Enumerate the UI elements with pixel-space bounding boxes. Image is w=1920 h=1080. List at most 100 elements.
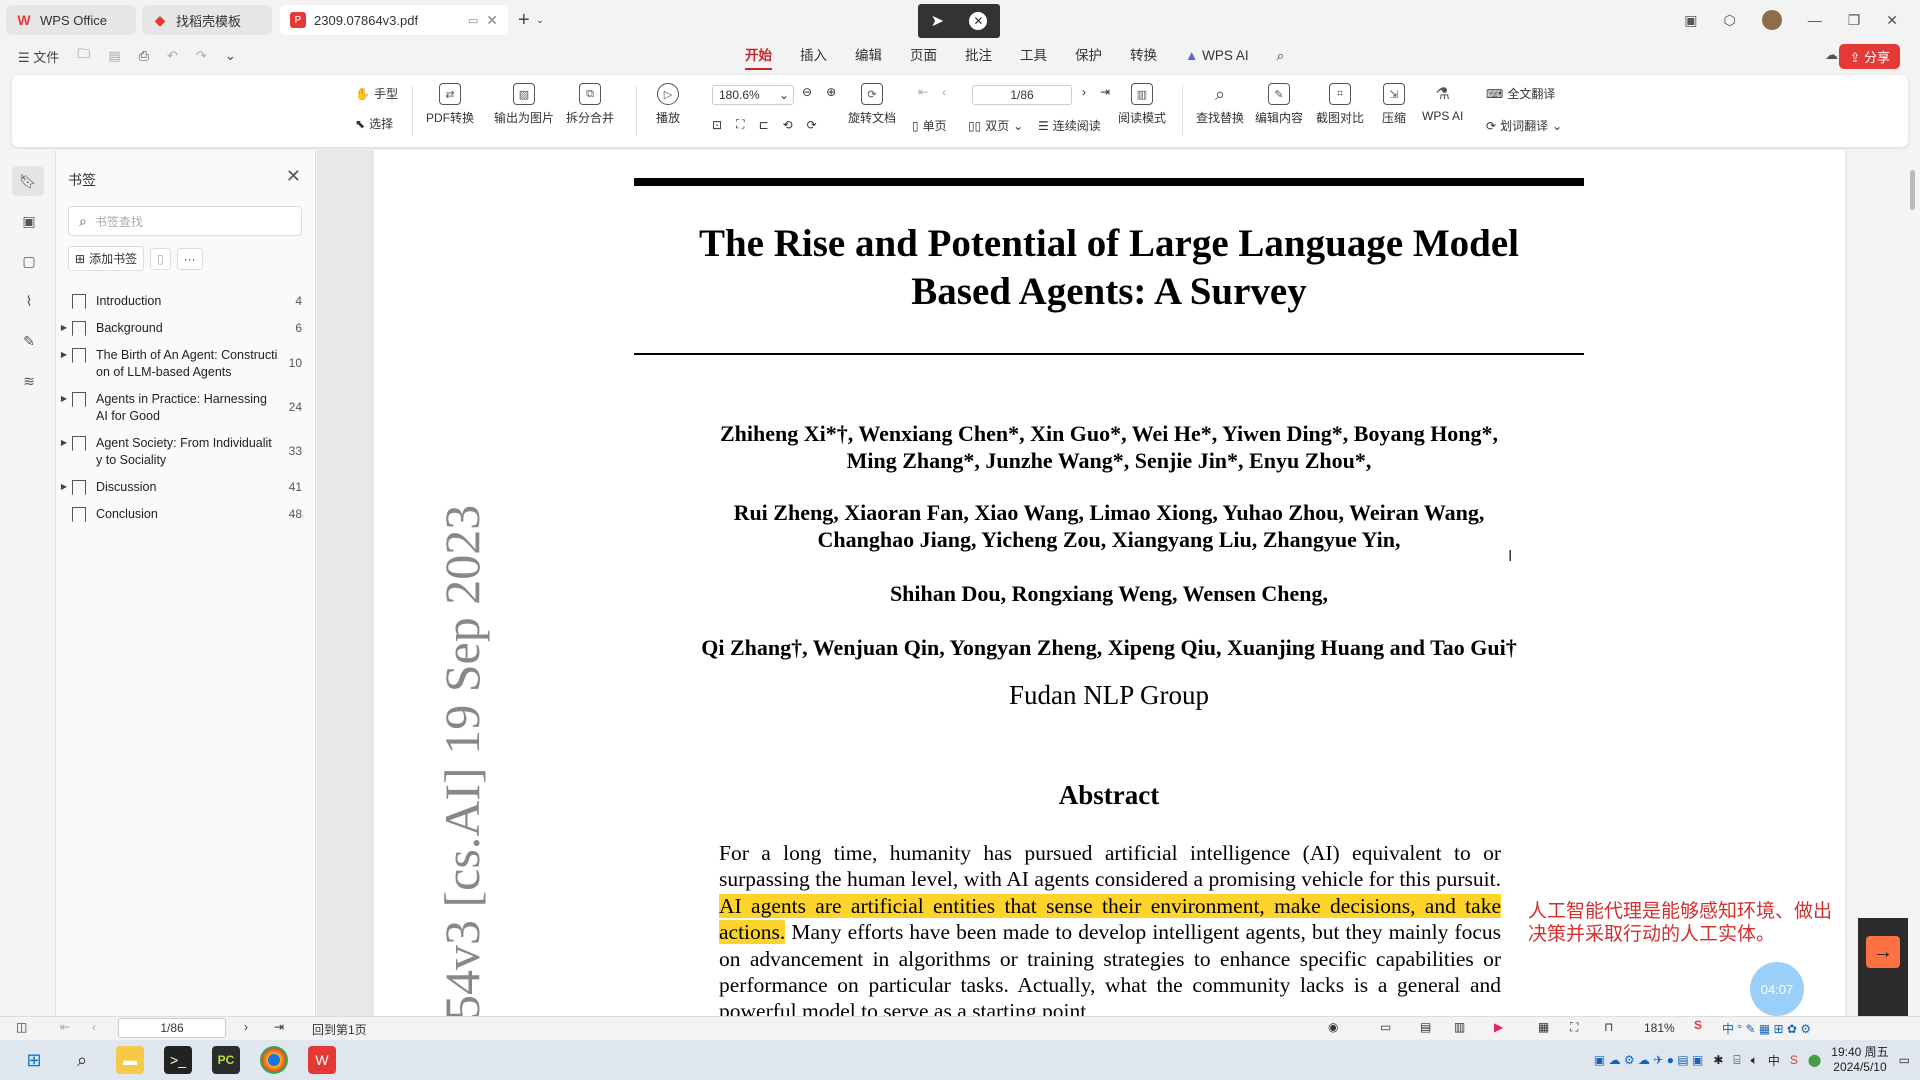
page-view-icon[interactable]: ▤ xyxy=(1420,1020,1431,1034)
wps-taskbar-icon[interactable]: W xyxy=(308,1046,336,1074)
single-view-icon[interactable]: ▭ xyxy=(1380,1020,1391,1034)
monitor-icon[interactable]: ▭ xyxy=(468,14,478,27)
vertical-scrollbar[interactable] xyxy=(1906,150,1920,1016)
avatar[interactable] xyxy=(1761,10,1782,30)
bookmark-item-background[interactable]: ▶ Background 6 xyxy=(56,315,316,342)
bookmark-search-input[interactable]: ⌕ 书签查找 xyxy=(68,206,302,236)
comment-icon[interactable]: ▢ xyxy=(20,252,38,270)
chevron-down-icon[interactable]: ⌄ xyxy=(225,48,236,64)
rotate-document-button[interactable]: ⟳ 旋转文档 xyxy=(848,83,896,126)
tab-template[interactable]: ◆ 找稻壳模板 xyxy=(142,5,272,35)
menu-edit[interactable]: 编辑 xyxy=(855,40,882,72)
notification-icon[interactable]: ▭ xyxy=(1899,1053,1910,1067)
pointer-icon[interactable]: ➤ xyxy=(931,11,944,31)
cube-icon[interactable]: ⬡ xyxy=(1723,12,1735,29)
bookmark-options-button[interactable]: ▯ xyxy=(150,247,171,270)
chevron-down-icon[interactable]: ⌄ xyxy=(536,15,544,26)
message-icon[interactable]: ☁ xyxy=(1825,47,1838,63)
redo-icon[interactable]: ↷ xyxy=(196,48,207,64)
menu-insert[interactable]: 插入 xyxy=(800,40,827,72)
bluetooth-icon[interactable]: ✱ xyxy=(1713,1053,1723,1067)
status-zoom[interactable]: 181% xyxy=(1644,1021,1675,1035)
play-icon[interactable]: ▶ xyxy=(1494,1020,1503,1034)
open-folder-icon[interactable]: 🗀 xyxy=(77,45,90,67)
sidebar-toggle-icon[interactable]: ◫ xyxy=(16,1020,27,1034)
rotate-right-icon[interactable]: ⟳ xyxy=(807,118,817,132)
scroll-thumb[interactable] xyxy=(1910,170,1915,210)
battery-icon[interactable]: ⬤ xyxy=(1808,1053,1821,1067)
first-page-icon[interactable]: ⇤ xyxy=(918,85,928,99)
prev-page-icon[interactable]: ‹ xyxy=(942,85,946,99)
fit-width-icon[interactable]: ⊏ xyxy=(758,118,768,132)
actual-size-icon[interactable]: ⊡ xyxy=(712,118,722,132)
full-translate-button[interactable]: ⌨ 全文翻译 xyxy=(1486,85,1555,102)
layout-icon[interactable]: ▣ xyxy=(1684,12,1697,29)
bookmark-item-birth-of-agent[interactable]: ▶ The Birth of An Agent: Construction of… xyxy=(56,342,316,386)
rotate-left-icon[interactable]: ⟲ xyxy=(783,118,793,132)
menu-protect[interactable]: 保护 xyxy=(1075,40,1102,72)
single-page-button[interactable]: ▯ 单页 xyxy=(912,117,947,134)
next-page-icon[interactable]: › xyxy=(244,1020,248,1034)
thumbnail-icon[interactable]: ▣ xyxy=(20,212,38,230)
document-viewport[interactable]: The Rise and Potential of Large Language… xyxy=(317,150,1847,1016)
export-image-button[interactable]: ▨ 输出为图片 xyxy=(494,83,554,126)
ime-indicator[interactable]: 中 xyxy=(1768,1052,1780,1069)
tab-wps-office[interactable]: W WPS Office xyxy=(6,5,136,35)
zoom-select[interactable]: 180.6% ⌄ xyxy=(712,85,794,105)
restore-icon[interactable]: ❐ xyxy=(1848,12,1861,29)
new-tab-button[interactable]: + xyxy=(518,9,530,32)
next-page-icon[interactable]: › xyxy=(1082,85,1086,99)
minimize-icon[interactable]: — xyxy=(1808,12,1822,28)
expand-icon[interactable]: ▶ xyxy=(56,479,72,491)
page-input[interactable]: 1/86 xyxy=(972,85,1072,105)
sogou-ime-icon[interactable]: S xyxy=(1694,1018,1702,1032)
fit-page-icon[interactable]: ⛶ xyxy=(736,117,744,132)
add-bookmark-button[interactable]: ⊞ 添加书签 xyxy=(68,246,145,271)
split-merge-button[interactable]: ⧉ 拆分合并 xyxy=(566,83,614,126)
bookmark-view-icon[interactable]: ⊓ xyxy=(1604,1020,1613,1034)
double-view-icon[interactable]: ▥ xyxy=(1454,1020,1465,1034)
pycharm-icon[interactable]: PC xyxy=(212,1046,240,1074)
search-icon[interactable]: ⌕ xyxy=(68,1046,96,1074)
layers-icon[interactable]: ≋ xyxy=(20,372,38,390)
menu-start[interactable]: 开始 xyxy=(745,40,772,72)
file-explorer-icon[interactable]: ▬ xyxy=(116,1046,144,1074)
eye-icon[interactable]: ◉ xyxy=(1328,1020,1338,1034)
arrow-right-icon[interactable]: → xyxy=(1866,936,1900,968)
zoom-in-icon[interactable]: ⊕ xyxy=(826,85,836,99)
compress-button[interactable]: ⇲ 压缩 xyxy=(1382,83,1406,126)
last-page-icon[interactable]: ⇥ xyxy=(274,1020,284,1034)
system-clock[interactable]: 19:40 周五 2024/5/10 xyxy=(1831,1045,1888,1075)
bookmark-item-agent-society[interactable]: ▶ Agent Society: From Individuality to S… xyxy=(56,430,316,474)
back-to-first-link[interactable]: 回到第1页 xyxy=(312,1021,367,1038)
undo-icon[interactable]: ↶ xyxy=(167,48,178,64)
attachment-icon[interactable]: ⌇ xyxy=(20,292,38,310)
expand-icon[interactable]: ▶ xyxy=(56,347,72,359)
bookmark-panel-icon[interactable]: 🔖︎ xyxy=(12,166,44,196)
bookmark-item-agents-in-practice[interactable]: ▶ Agents in Practice: Harnessing AI for … xyxy=(56,386,316,430)
more-icon[interactable]: ··· xyxy=(176,247,203,270)
find-replace-button[interactable]: ⌕ 查找替换 xyxy=(1196,83,1244,126)
read-mode-button[interactable]: ▥ 阅读模式 xyxy=(1118,83,1166,126)
time-bubble[interactable]: 04:07 xyxy=(1750,962,1804,1016)
share-button[interactable]: ⇪ 分享 xyxy=(1839,44,1900,69)
expand-icon[interactable]: ▶ xyxy=(56,391,72,403)
volume-icon[interactable]: 🔈︎ xyxy=(1751,1053,1758,1068)
columns-icon[interactable]: ▦ xyxy=(1538,1020,1549,1034)
print-icon[interactable]: ⎙ xyxy=(139,48,149,64)
menu-page[interactable]: 页面 xyxy=(910,40,937,72)
fullscreen-icon[interactable]: ⛶ xyxy=(1570,1020,1578,1035)
chrome-icon[interactable] xyxy=(260,1046,288,1074)
edit-content-button[interactable]: ✎ 编辑内容 xyxy=(1255,83,1303,126)
continuous-read-button[interactable]: ☰ 连续阅读 xyxy=(1038,117,1101,134)
file-menu[interactable]: ☰ 文件 xyxy=(18,47,59,66)
menu-tools[interactable]: 工具 xyxy=(1020,40,1047,72)
close-panel-icon[interactable]: ✕ xyxy=(286,166,301,187)
play-button[interactable]: ▷ 播放 xyxy=(656,83,680,126)
screenshot-compare-button[interactable]: ⌗ 截图对比 xyxy=(1316,83,1364,126)
terminal-icon[interactable]: >_ xyxy=(164,1046,192,1074)
tab-pdf-document[interactable]: P 2309.07864v3.pdf ▭ ✕ xyxy=(280,5,508,35)
network-icon[interactable]: ⌸ xyxy=(1733,1053,1740,1068)
close-tab-icon[interactable]: ✕ xyxy=(486,12,498,29)
menu-wps-ai[interactable]: ▲ WPS AI xyxy=(1185,40,1249,72)
